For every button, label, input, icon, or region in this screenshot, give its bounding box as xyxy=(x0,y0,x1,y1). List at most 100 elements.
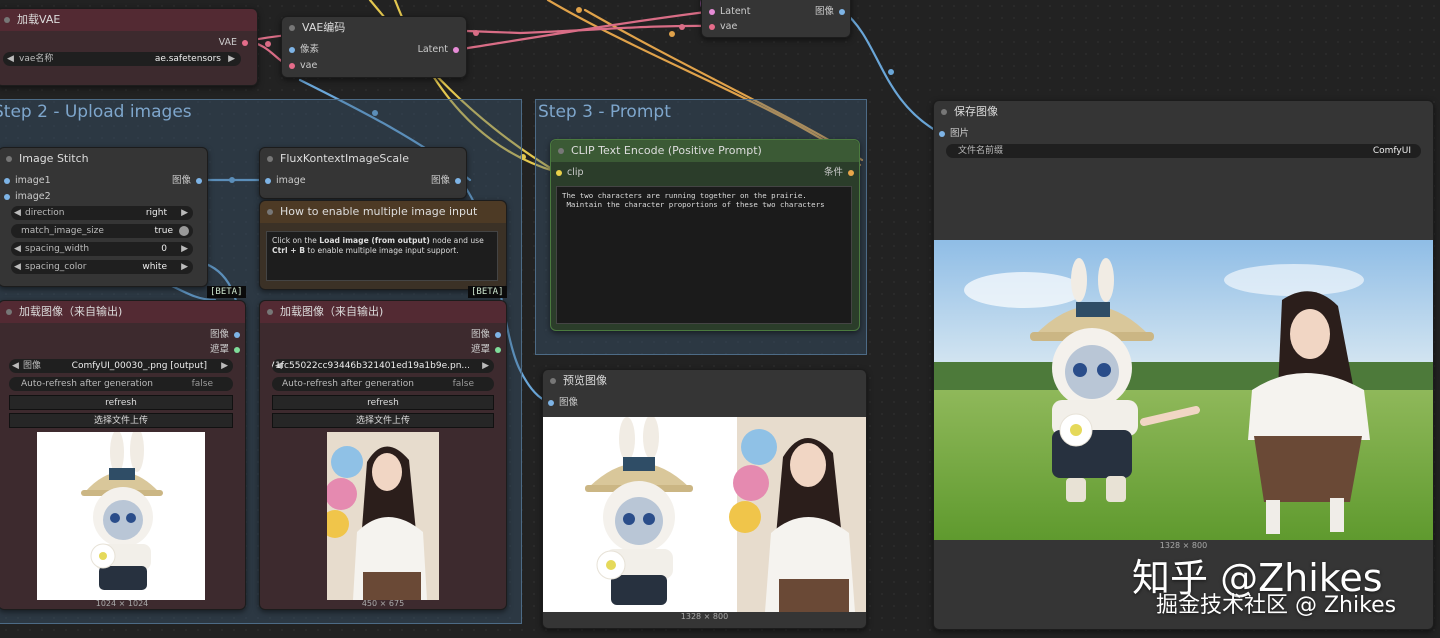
widget-label: spacing_color xyxy=(25,262,87,272)
node-vae-encode[interactable]: VAE编码 像素 vae Latent xyxy=(281,16,467,78)
output-latent[interactable]: Latent xyxy=(418,43,464,57)
input-latent[interactable]: Latent xyxy=(704,5,750,19)
socket-icon[interactable] xyxy=(242,39,248,46)
socket-icon[interactable] xyxy=(234,331,240,338)
node-note[interactable]: How to enable multiple image input Click… xyxy=(259,200,507,290)
arrow-right-icon[interactable]: ▶ xyxy=(228,52,235,66)
widget-image-select[interactable]: ◀ 71fc55022cc93446b321401ed19a1b9e.pn...… xyxy=(272,359,494,373)
node-image-stitch[interactable]: Image Stitch image1 image2 图像 ◀ directio… xyxy=(0,147,208,287)
node-load-image-1[interactable]: 加载图像（来自输出) 图像 遮罩 ◀ 图像 ComfyUI_00030_.png… xyxy=(0,300,246,610)
node-header[interactable]: How to enable multiple image input xyxy=(260,201,506,223)
node-flux-kontext-image-scale[interactable]: FluxKontextImageScale image 图像 xyxy=(259,147,467,199)
node-header[interactable]: VAE编码 xyxy=(282,17,466,39)
input-image1[interactable]: image1 xyxy=(0,174,51,188)
socket-icon[interactable] xyxy=(548,399,554,406)
collapse-dot-icon[interactable] xyxy=(941,109,947,115)
socket-icon[interactable] xyxy=(289,62,295,69)
output-image[interactable]: 图像 xyxy=(431,174,466,188)
node-header[interactable]: CLIP Text Encode (Positive Prompt) xyxy=(551,140,859,162)
node-header[interactable]: FluxKontextImageScale xyxy=(260,148,466,170)
output-image[interactable]: 图像 xyxy=(471,328,506,342)
widget-spacing-width[interactable]: ◀ spacing_width 0 ▶ xyxy=(11,242,193,256)
upload-button[interactable]: 选择文件上传 xyxy=(272,413,494,428)
output-image[interactable]: 图像 xyxy=(815,5,850,19)
widget-filename-prefix[interactable]: 文件名前缀 ComfyUI xyxy=(946,144,1421,158)
node-save-image[interactable]: 保存图像 图片 文件名前缀 ComfyUI 1328 × 800 xyxy=(933,100,1434,630)
node-header[interactable]: Image Stitch xyxy=(0,148,207,170)
output-conditioning[interactable]: 条件 xyxy=(824,166,859,180)
collapse-dot-icon[interactable] xyxy=(267,156,273,162)
socket-icon[interactable] xyxy=(453,46,459,53)
upload-button[interactable]: 选择文件上传 xyxy=(9,413,233,428)
output-label: Latent xyxy=(417,44,448,55)
socket-icon[interactable] xyxy=(234,346,240,353)
arrow-right-icon[interactable]: ▶ xyxy=(181,242,188,256)
socket-icon[interactable] xyxy=(939,130,945,137)
arrow-left-icon[interactable]: ◀ xyxy=(12,359,19,373)
arrow-left-icon[interactable]: ◀ xyxy=(14,242,21,256)
input-vae[interactable]: vae xyxy=(704,20,737,34)
output-vae[interactable]: VAE xyxy=(219,36,253,50)
widget-vae-name[interactable]: ◀ vae名称 ae.safetensors ▶ xyxy=(3,52,241,66)
collapse-dot-icon[interactable] xyxy=(550,378,556,384)
widget-spacing-color[interactable]: ◀ spacing_color white ▶ xyxy=(11,260,193,274)
input-image[interactable]: image xyxy=(260,174,306,188)
collapse-dot-icon[interactable] xyxy=(4,17,10,23)
node-load-vae[interactable]: 加载VAE VAE ◀ vae名称 ae.safetensors ▶ xyxy=(0,8,258,86)
socket-icon[interactable] xyxy=(495,331,501,338)
socket-icon[interactable] xyxy=(196,177,202,184)
input-pixels[interactable]: 像素 xyxy=(284,43,319,57)
collapse-dot-icon[interactable] xyxy=(558,148,564,154)
node-clip-text-encode[interactable]: CLIP Text Encode (Positive Prompt) clip … xyxy=(550,139,860,331)
output-image[interactable]: 图像 xyxy=(210,328,245,342)
collapse-dot-icon[interactable] xyxy=(6,156,12,162)
arrow-right-icon[interactable]: ▶ xyxy=(181,206,188,220)
node-header[interactable]: 加载图像（来自输出) xyxy=(260,301,506,323)
socket-icon[interactable] xyxy=(848,169,854,176)
socket-icon[interactable] xyxy=(289,46,295,53)
output-mask[interactable]: 遮罩 xyxy=(210,343,245,357)
input-image2[interactable]: image2 xyxy=(0,190,51,204)
arrow-left-icon[interactable]: ◀ xyxy=(14,260,21,274)
input-vae[interactable]: vae xyxy=(284,59,317,73)
widget-image-select[interactable]: ◀ 图像 ComfyUI_00030_.png [output] ▶ xyxy=(9,359,233,373)
arrow-left-icon[interactable]: ◀ xyxy=(14,206,21,220)
widget-auto-refresh[interactable]: Auto-refresh after generation false xyxy=(9,377,233,391)
widget-auto-refresh[interactable]: Auto-refresh after generation false xyxy=(272,377,494,391)
node-preview-image[interactable]: 预览图像 图像 1328 × 800 xyxy=(542,369,867,629)
input-image[interactable]: 图像 xyxy=(543,396,578,410)
prompt-textarea[interactable]: The two characters are running together … xyxy=(556,186,852,324)
input-clip[interactable]: clip xyxy=(551,166,584,180)
socket-icon[interactable] xyxy=(4,177,10,184)
socket-icon[interactable] xyxy=(265,177,271,184)
output-image[interactable]: 图像 xyxy=(172,174,207,188)
socket-icon[interactable] xyxy=(556,169,562,176)
refresh-button[interactable]: refresh xyxy=(9,395,233,410)
arrow-right-icon[interactable]: ▶ xyxy=(181,260,188,274)
collapse-dot-icon[interactable] xyxy=(267,309,273,315)
arrow-right-icon[interactable]: ▶ xyxy=(221,359,228,373)
node-vae-decode[interactable]: Latent vae 图像 xyxy=(701,0,851,38)
node-header[interactable]: 加载VAE xyxy=(0,9,257,31)
socket-icon[interactable] xyxy=(455,177,461,184)
node-header[interactable]: 预览图像 xyxy=(543,370,866,392)
widget-match-image-size[interactable]: match_image_size true xyxy=(11,224,193,238)
output-mask[interactable]: 遮罩 xyxy=(471,343,506,357)
toggle-icon[interactable] xyxy=(179,226,189,236)
socket-icon[interactable] xyxy=(4,193,10,200)
input-image[interactable]: 图片 xyxy=(934,127,969,141)
collapse-dot-icon[interactable] xyxy=(289,25,295,31)
socket-icon[interactable] xyxy=(495,346,501,353)
collapse-dot-icon[interactable] xyxy=(267,209,273,215)
socket-icon[interactable] xyxy=(709,8,715,15)
socket-icon[interactable] xyxy=(839,8,845,15)
arrow-left-icon[interactable]: ◀ xyxy=(7,52,14,66)
arrow-right-icon[interactable]: ▶ xyxy=(482,359,489,373)
widget-direction[interactable]: ◀ direction right ▶ xyxy=(11,206,193,220)
node-header[interactable]: 加载图像（来自输出) xyxy=(0,301,245,323)
node-header[interactable]: 保存图像 xyxy=(934,101,1433,123)
node-load-image-2[interactable]: 加载图像（来自输出) 图像 遮罩 ◀ 71fc55022cc93446b3214… xyxy=(259,300,507,610)
collapse-dot-icon[interactable] xyxy=(6,309,12,315)
refresh-button[interactable]: refresh xyxy=(272,395,494,410)
socket-icon[interactable] xyxy=(709,23,715,30)
